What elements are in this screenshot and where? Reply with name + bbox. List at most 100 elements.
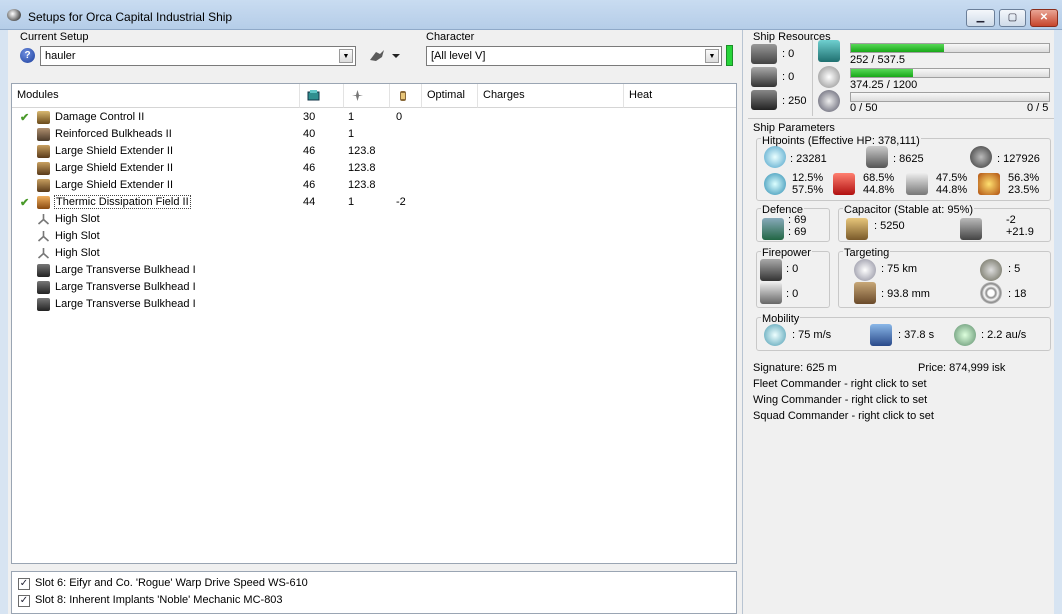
module-cpu: 46 xyxy=(303,162,316,174)
module-powergrid: 1 xyxy=(348,196,355,208)
close-button[interactable]: ✕ xyxy=(1030,9,1058,27)
firepower-value-b: : 0 xyxy=(786,288,799,300)
table-row[interactable]: Reinforced Bulkheads II 40 1 xyxy=(12,126,736,143)
powergrid-bar xyxy=(850,68,1050,78)
column-powergrid[interactable] xyxy=(344,84,390,108)
module-powergrid: 123.8 xyxy=(348,145,376,157)
scan-resolution: : 93.8 mm xyxy=(881,288,930,300)
chevron-down-icon[interactable]: ▼ xyxy=(339,49,353,63)
shield-icon xyxy=(764,146,786,168)
capacitor-use: -2 xyxy=(1006,214,1016,226)
module-name: High Slot xyxy=(55,247,100,259)
implant-checkbox[interactable]: ✓ xyxy=(18,578,30,590)
armor-icon xyxy=(866,146,888,168)
table-row[interactable]: High Slot xyxy=(12,211,736,228)
module-name: Large Shield Extender II xyxy=(55,179,174,191)
squad-commander-slot[interactable]: Squad Commander - right click to set xyxy=(753,410,934,422)
column-charges[interactable]: Charges xyxy=(478,84,624,108)
column-heat[interactable]: Heat xyxy=(624,84,736,108)
setup-value: hauler xyxy=(45,50,76,62)
module-powergrid: 1 xyxy=(348,128,355,140)
cpu-text: 252 / 537.5 xyxy=(850,54,906,66)
implants-list[interactable]: ✓ Slot 6: Eifyr and Co. 'Rogue' Warp Dri… xyxy=(11,571,737,614)
title-bar: Setups for Orca Capital Industrial Ship … xyxy=(0,0,1062,30)
module-icon xyxy=(37,179,50,192)
setup-dropdown[interactable]: hauler ▼ xyxy=(40,46,356,66)
divider xyxy=(812,38,813,116)
turret-icon xyxy=(751,44,777,64)
capacitor-recharge-icon xyxy=(960,218,982,240)
module-capacitor: -2 xyxy=(396,196,406,208)
explosive-resist-icon xyxy=(978,173,1000,195)
table-row[interactable]: High Slot xyxy=(12,245,736,262)
kinetic-resist-shield: 47.5% xyxy=(936,172,968,184)
help-icon[interactable]: ? xyxy=(20,48,35,63)
turret-dps-icon xyxy=(760,259,782,281)
module-powergrid: 123.8 xyxy=(348,162,376,174)
fleet-commander-slot[interactable]: Fleet Commander - right click to set xyxy=(753,378,927,390)
table-row[interactable]: Large Transverse Bulkhead I xyxy=(12,279,736,296)
align-time-icon xyxy=(870,324,892,346)
table-row[interactable]: ✔ Damage Control II 30 1 0 xyxy=(12,109,736,126)
cpu-bar xyxy=(850,43,1050,53)
character-dropdown[interactable]: [All level V] ▼ xyxy=(426,46,722,66)
wing-commander-slot[interactable]: Wing Commander - right click to set xyxy=(753,394,927,406)
scan-resolution-icon xyxy=(854,282,876,304)
module-powergrid: 123.8 xyxy=(348,179,376,191)
max-velocity: : 75 m/s xyxy=(792,329,832,341)
module-cpu: 44 xyxy=(303,196,316,208)
ship-parameters-title: Ship Parameters xyxy=(752,122,836,134)
window-client: Current Setup ? hauler ▼ Character [All … xyxy=(8,30,1054,614)
chevron-down-icon[interactable]: ▼ xyxy=(705,49,719,63)
module-cpu: 46 xyxy=(303,145,316,157)
table-row[interactable]: Large Shield Extender II 46 123.8 xyxy=(12,177,736,194)
modules-list[interactable]: Modules Optimal Charges Heat ✔ Damage Con… xyxy=(11,83,737,564)
structure-hp: : 127926 xyxy=(997,153,1040,165)
powergrid-icon xyxy=(818,66,840,88)
column-cpu[interactable] xyxy=(300,84,344,108)
empty-slot-icon xyxy=(37,230,50,243)
table-row[interactable]: Large Transverse Bulkhead I xyxy=(12,296,736,313)
module-name: Thermic Dissipation Field II xyxy=(54,195,191,209)
cpu-icon xyxy=(307,90,320,101)
module-name: Large Shield Extender II xyxy=(55,145,174,157)
powergrid-icon xyxy=(352,90,363,101)
thermal-resist-icon xyxy=(833,173,855,195)
kinetic-resist-armor: 44.8% xyxy=(936,184,968,196)
implant-checkbox[interactable]: ✓ xyxy=(18,595,30,607)
kinetic-resist-icon xyxy=(906,173,928,195)
em-resist-icon xyxy=(764,173,786,195)
module-icon xyxy=(37,281,50,294)
maximize-button[interactable]: ▢ xyxy=(999,9,1026,27)
setup-options-button[interactable] xyxy=(368,48,402,64)
max-targets-icon xyxy=(980,259,1002,281)
app-icon xyxy=(7,9,21,21)
defence-value-a: : 69 xyxy=(788,214,807,226)
module-name: Reinforced Bulkheads II xyxy=(55,128,172,140)
drone-bandwidth-text: 0 / 50 xyxy=(850,102,878,114)
module-icon xyxy=(37,196,50,209)
module-name: Large Transverse Bulkhead I xyxy=(55,298,196,310)
table-row[interactable]: High Slot xyxy=(12,228,736,245)
launcher-icon xyxy=(751,67,777,87)
module-name: Large Transverse Bulkhead I xyxy=(55,281,196,293)
table-row[interactable]: Large Transverse Bulkhead I xyxy=(12,262,736,279)
missile-dps-icon xyxy=(760,282,782,304)
splitter[interactable] xyxy=(742,30,743,614)
table-row[interactable]: Large Shield Extender II 46 123.8 xyxy=(12,160,736,177)
table-row[interactable]: ✔ Thermic Dissipation Field II 44 1 -2 xyxy=(12,194,736,211)
column-capacitor[interactable] xyxy=(390,84,422,108)
minimize-button[interactable]: ▁ xyxy=(966,9,995,27)
turret-count: : 0 xyxy=(782,48,795,60)
module-name: Damage Control II xyxy=(55,111,145,123)
module-cpu: 30 xyxy=(303,111,316,123)
drone-bandwidth-bar xyxy=(850,92,1050,102)
column-optimal[interactable]: Optimal xyxy=(422,84,478,108)
max-velocity-icon xyxy=(764,324,786,346)
column-modules[interactable]: Modules xyxy=(12,84,300,108)
capacitor-icon xyxy=(846,218,868,240)
module-capacitor: 0 xyxy=(396,111,403,123)
empty-slot-icon xyxy=(37,247,50,260)
table-row[interactable]: Large Shield Extender II 46 123.8 xyxy=(12,143,736,160)
firepower-title: Firepower xyxy=(761,247,812,259)
